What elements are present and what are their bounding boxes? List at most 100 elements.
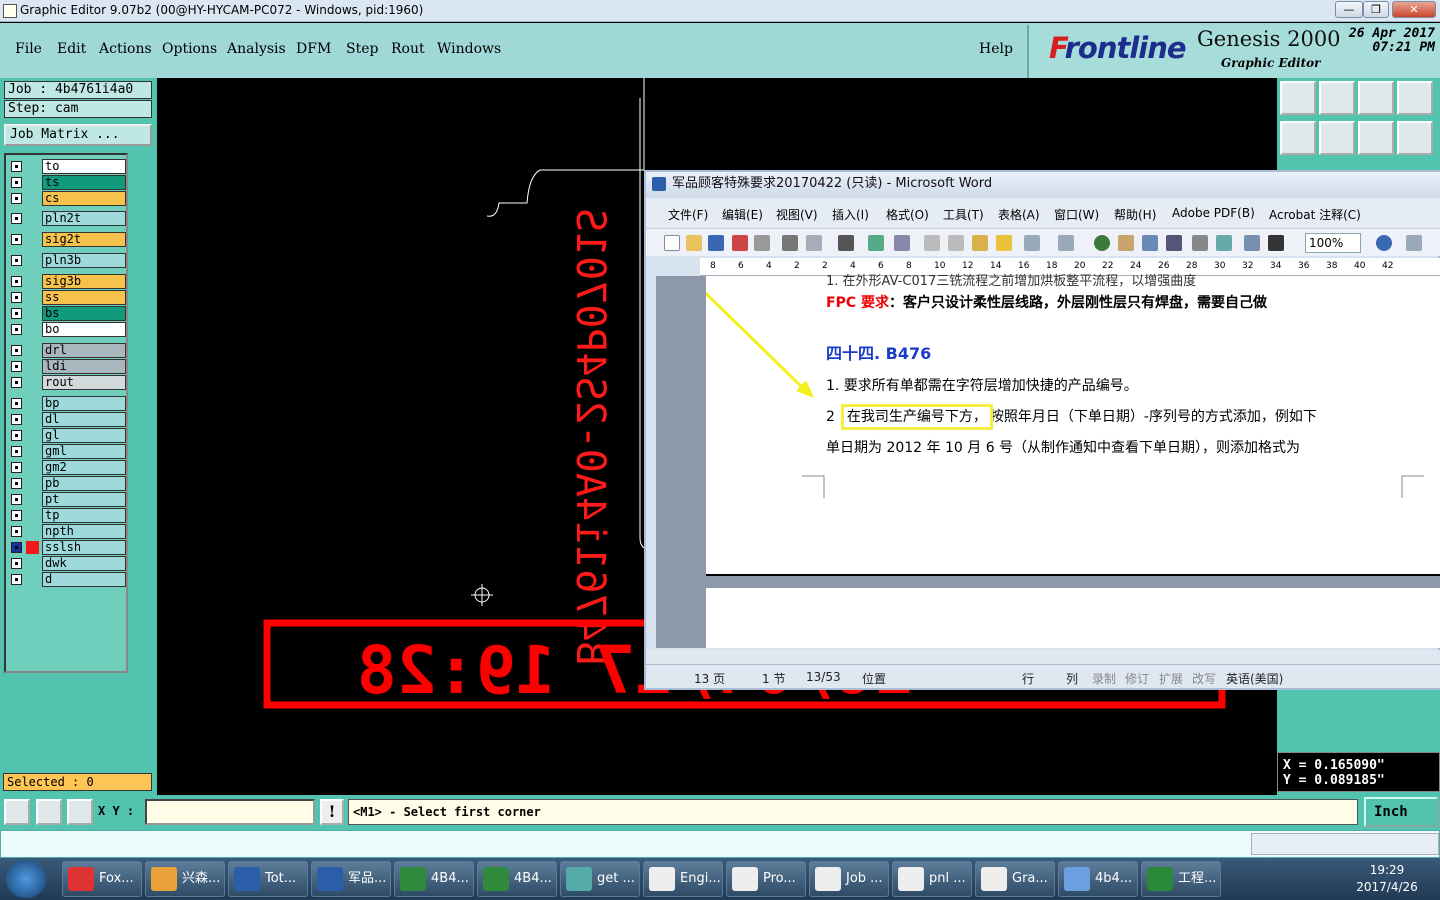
email-icon[interactable] — [754, 235, 770, 251]
layer-checkbox[interactable] — [11, 542, 22, 553]
taskbar-item[interactable]: Engi... — [643, 861, 723, 897]
taskbar-item[interactable]: Job ... — [809, 861, 889, 897]
layer-checkbox[interactable] — [11, 430, 22, 441]
word-menu-table[interactable]: 表格(A) — [998, 206, 1040, 223]
layer-name[interactable]: gm2 — [42, 460, 126, 475]
cut-icon[interactable] — [924, 235, 940, 251]
drawing-icon[interactable] — [1216, 235, 1232, 251]
layer-name[interactable]: dwk — [42, 556, 126, 571]
measure-icon[interactable] — [36, 799, 62, 825]
layer-checkbox[interactable] — [11, 398, 22, 409]
minimize-button[interactable]: — — [1335, 1, 1363, 18]
layer-name[interactable]: ts — [42, 175, 126, 190]
show-hide-icon[interactable] — [1268, 235, 1284, 251]
layer-row-bo[interactable]: bo — [8, 322, 126, 337]
insert-table-icon[interactable] — [1142, 235, 1158, 251]
layer-row-npth[interactable]: npth — [8, 524, 126, 539]
layer-row-pln2t[interactable]: pln2t — [8, 211, 126, 226]
undo-icon[interactable] — [1024, 235, 1040, 251]
word-help-icon[interactable] — [1376, 235, 1392, 251]
taskbar-item[interactable]: 4B4... — [394, 861, 474, 897]
tool-rotate-icon[interactable] — [1397, 121, 1433, 155]
layer-row-to[interactable]: to — [8, 159, 126, 174]
layer-checkbox[interactable] — [11, 345, 22, 356]
taskbar-item[interactable]: 军品... — [311, 861, 391, 897]
layer-row-tp[interactable]: tp — [8, 508, 126, 523]
taskbar-item[interactable]: 4b4... — [1058, 861, 1138, 897]
redo-icon[interactable] — [1058, 235, 1074, 251]
layer-checkbox[interactable] — [11, 255, 22, 266]
status-rec[interactable]: 录制 — [1092, 670, 1116, 687]
taskbar-item[interactable]: pnl ... — [892, 861, 972, 897]
layer-name[interactable]: sig2t — [42, 232, 126, 247]
layer-name[interactable]: dl — [42, 412, 126, 427]
layer-checkbox[interactable] — [11, 324, 22, 335]
status-ovr[interactable]: 改写 — [1192, 670, 1216, 687]
layer-row-sig3b[interactable]: sig3b — [8, 274, 126, 289]
open-icon[interactable] — [686, 235, 702, 251]
layer-checkbox[interactable] — [11, 510, 22, 521]
layer-name[interactable]: ldi — [42, 359, 126, 374]
word-menu-window[interactable]: 窗口(W) — [1054, 206, 1099, 223]
layer-checkbox[interactable] — [11, 377, 22, 388]
layer-checkbox[interactable] — [11, 494, 22, 505]
taskbar-item[interactable]: 工程... — [1141, 861, 1221, 897]
word-window[interactable]: 军品顾客特殊要求20170422 (只读) - Microsoft Word 文… — [644, 170, 1440, 690]
menu-options[interactable]: Options — [162, 41, 217, 57]
menu-file[interactable]: File — [15, 41, 42, 57]
layer-row-dl[interactable]: dl — [8, 412, 126, 427]
layer-checkbox[interactable] — [11, 276, 22, 287]
taskbar-item[interactable]: 兴森... — [145, 861, 225, 897]
layer-name[interactable]: rout — [42, 375, 126, 390]
zoom-area-icon[interactable] — [4, 799, 30, 825]
layer-checkbox[interactable] — [11, 177, 22, 188]
layer-name[interactable]: cs — [42, 191, 126, 206]
alert-button[interactable]: ! — [320, 799, 344, 825]
layer-row-bs[interactable]: bs — [8, 306, 126, 321]
layer-checkbox[interactable] — [11, 361, 22, 372]
layer-name[interactable]: gml — [42, 444, 126, 459]
taskbar-item[interactable]: Tot... — [228, 861, 308, 897]
menu-help[interactable]: Help — [979, 41, 1013, 57]
layer-checkbox[interactable] — [11, 234, 22, 245]
unit-select[interactable]: Inch — [1364, 797, 1438, 827]
word-horizontal-scrollbar[interactable] — [646, 650, 1440, 664]
taskbar-item[interactable]: get ... — [560, 861, 640, 897]
layer-row-pt[interactable]: pt — [8, 492, 126, 507]
maximize-button[interactable]: ❐ — [1363, 1, 1389, 18]
new-doc-icon[interactable] — [664, 235, 680, 251]
menu-analysis[interactable]: Analysis — [227, 41, 286, 57]
layer-row-pln3b[interactable]: pln3b — [8, 253, 126, 268]
menu-step[interactable]: Step — [346, 41, 378, 57]
taskbar-item[interactable]: 4B4... — [477, 861, 557, 897]
tool-up-icon[interactable] — [1280, 81, 1316, 115]
save-icon[interactable] — [708, 235, 724, 251]
layer-row-ts[interactable]: ts — [8, 175, 126, 190]
layer-row-pb[interactable]: pb — [8, 476, 126, 491]
document-area[interactable]: 1. 在外形AV-C017三铣流程之前增加烘板整平流程，以增强曲度 FPC 要求… — [656, 274, 1440, 648]
format-painter-icon[interactable] — [996, 235, 1012, 251]
layer-name[interactable]: pln2t — [42, 211, 126, 226]
layer-checkbox[interactable] — [11, 414, 22, 425]
menu-dfm[interactable]: DFM — [296, 41, 331, 57]
layer-checkbox[interactable] — [11, 193, 22, 204]
zoom-select[interactable]: 100% — [1305, 233, 1361, 253]
permission-icon[interactable] — [732, 235, 748, 251]
taskbar-item[interactable]: Fox... — [62, 861, 142, 897]
layer-name[interactable]: sslsh — [42, 540, 126, 555]
start-button-icon[interactable] — [6, 860, 46, 898]
word-menu-format[interactable]: 格式(O) — [886, 206, 929, 223]
layer-row-gm2[interactable]: gm2 — [8, 460, 126, 475]
layer-name[interactable]: bp — [42, 396, 126, 411]
status-ext[interactable]: 扩展 — [1159, 670, 1183, 687]
layer-row-ldi[interactable]: ldi — [8, 359, 126, 374]
taskbar-item[interactable]: Pro... — [726, 861, 806, 897]
spellcheck-icon[interactable] — [868, 235, 884, 251]
layer-row-cs[interactable]: cs — [8, 191, 126, 206]
layer-row-bp[interactable]: bp — [8, 396, 126, 411]
tool-left-icon[interactable] — [1280, 121, 1316, 155]
grid-icon[interactable] — [67, 799, 93, 825]
taskbar-item[interactable]: Gra... — [975, 861, 1055, 897]
system-clock[interactable]: 19:29 2017/4/26 — [1352, 862, 1422, 896]
layer-name[interactable]: npth — [42, 524, 126, 539]
